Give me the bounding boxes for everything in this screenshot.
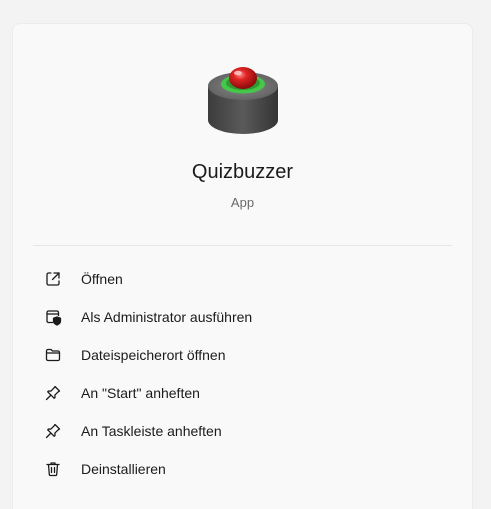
menu-item-uninstall[interactable]: Deinstallieren: [13, 450, 472, 488]
menu-item-open-file-location[interactable]: Dateispeicherort öffnen: [13, 336, 472, 374]
pin-icon: [44, 422, 62, 440]
menu-item-pin-to-start[interactable]: An "Start" anheften: [13, 374, 472, 412]
app-type-label: App: [230, 195, 255, 210]
app-context-panel: Quizbuzzer App Öffnen Als Administrator …: [12, 23, 473, 509]
menu-item-label: Als Administrator ausführen: [81, 309, 253, 325]
quiz-buzzer-icon: [208, 67, 278, 134]
menu-item-pin-to-taskbar[interactable]: An Taskleiste anheften: [13, 412, 472, 450]
app-header: Quizbuzzer App: [13, 24, 472, 234]
open-external-icon: [44, 270, 62, 288]
menu-item-label: Dateispeicherort öffnen: [81, 347, 226, 363]
menu-item-label: Deinstallieren: [81, 461, 166, 477]
context-menu: Öffnen Als Administrator ausführen Datei…: [13, 260, 472, 488]
menu-item-label: An "Start" anheften: [81, 385, 200, 401]
menu-item-label: Öffnen: [81, 271, 123, 287]
menu-item-run-as-admin[interactable]: Als Administrator ausführen: [13, 298, 472, 336]
pin-icon: [44, 384, 62, 402]
folder-icon: [44, 346, 62, 364]
divider: [33, 245, 452, 246]
trash-icon: [44, 460, 62, 478]
menu-item-label: An Taskleiste anheften: [81, 423, 222, 439]
app-title: Quizbuzzer: [191, 161, 294, 183]
admin-shield-icon: [44, 308, 62, 326]
menu-item-open[interactable]: Öffnen: [13, 260, 472, 298]
